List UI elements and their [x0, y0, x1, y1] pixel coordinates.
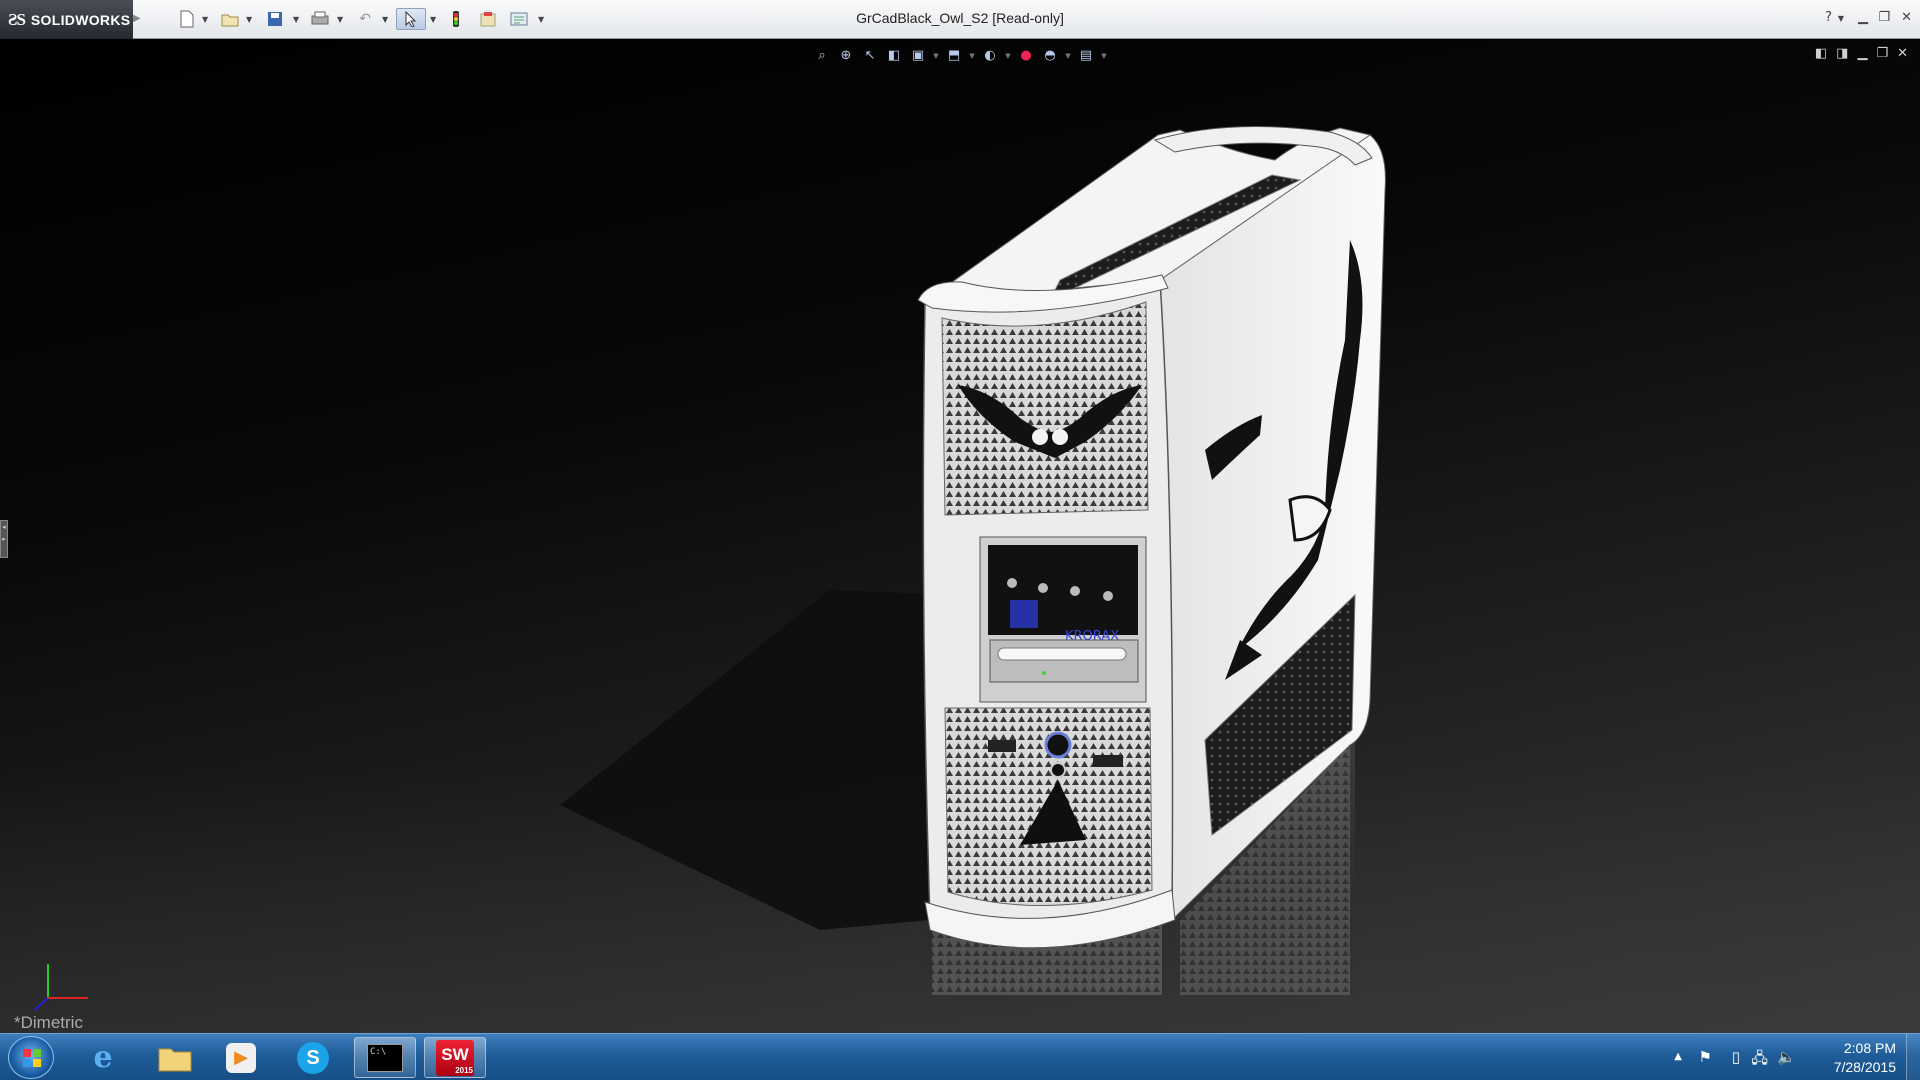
taskbar-media-player[interactable]: ▶ — [210, 1037, 272, 1078]
skype-icon: S — [297, 1041, 329, 1074]
solidworks-version-badge: 2015 — [455, 1065, 473, 1075]
reset-button[interactable] — [1050, 762, 1066, 778]
command-prompt-icon: C:\ — [367, 1043, 403, 1072]
solidworks-icon-label: SW — [441, 1044, 469, 1064]
windows-taskbar: e ▶ S C:\ SW 2015 ▲ ⚑ ▯ 🖧 🔈 2:08 PM 7/28… — [0, 1033, 1920, 1080]
windows-logo-icon — [23, 1049, 41, 1067]
taskbar-internet-explorer[interactable]: e — [72, 1037, 134, 1078]
solidworks-app-icon: SW 2015 — [436, 1039, 474, 1076]
folder-icon — [158, 1048, 192, 1071]
optical-drive[interactable] — [989, 639, 1139, 683]
model-view[interactable]: KRORAX — [0, 40, 1920, 1033]
controller-display — [1010, 600, 1038, 628]
title-bar: ƧS SOLIDWORKS ▶ ▼ ▼ ▼ ▼ ↶ ▼ ▼ ▼ GrCadBla… — [0, 0, 1920, 39]
coordinate-triad — [33, 964, 88, 1011]
optical-drive-tray — [997, 647, 1127, 661]
drive-led — [1042, 671, 1046, 675]
show-desktop-button[interactable] — [1906, 1034, 1920, 1080]
help-dropdown-icon[interactable]: ▼ — [1838, 14, 1844, 23]
volume-icon[interactable]: 🔈 — [1777, 1048, 1796, 1066]
internet-explorer-icon: e — [93, 1040, 113, 1075]
safely-remove-icon[interactable]: ▯ — [1732, 1048, 1740, 1066]
restore-icon[interactable]: ❐ — [1878, 10, 1890, 25]
action-center-flag-icon[interactable]: ⚑ — [1699, 1048, 1712, 1066]
taskbar-command-prompt[interactable]: C:\ — [354, 1037, 416, 1078]
taskbar-file-explorer[interactable] — [144, 1037, 206, 1078]
graphics-area[interactable]: ⌕ ⊕ ↖ ◧ ▣ ▼ ⬒ ▼ ◐ ▼ ● ◓ ▼ ▤ ▼ ◧ ◨ ▁ ❐ ✕ … — [0, 40, 1920, 1033]
front-usb-ports — [1093, 755, 1123, 767]
power-button[interactable] — [1044, 731, 1072, 759]
start-button[interactable] — [8, 1036, 54, 1079]
show-hidden-icons[interactable]: ▲ — [1674, 1051, 1682, 1062]
network-icon[interactable]: 🖧 — [1751, 1048, 1768, 1073]
clock-date[interactable]: 7/28/2015 — [1834, 1059, 1896, 1075]
audio-jacks — [988, 740, 1016, 752]
view-orientation-label: *Dimetric — [14, 1013, 83, 1032]
help-icon[interactable]: ? — [1825, 10, 1832, 25]
media-player-icon: ▶ — [226, 1042, 256, 1073]
document-title: GrCadBlack_Owl_S2 [Read-only] — [856, 10, 1064, 26]
minimize-icon[interactable]: ▁ — [1858, 10, 1868, 25]
case-shadow — [560, 590, 955, 930]
taskbar-skype[interactable]: S — [282, 1037, 344, 1078]
close-icon[interactable]: ✕ — [1901, 10, 1912, 25]
clock-time[interactable]: 2:08 PM — [1844, 1040, 1896, 1056]
taskbar-solidworks[interactable]: SW 2015 — [424, 1037, 486, 1078]
solidworks-window: ƧS SOLIDWORKS ▶ ▼ ▼ ▼ ▼ ↶ ▼ ▼ ▼ GrCadBla… — [0, 0, 1920, 1080]
